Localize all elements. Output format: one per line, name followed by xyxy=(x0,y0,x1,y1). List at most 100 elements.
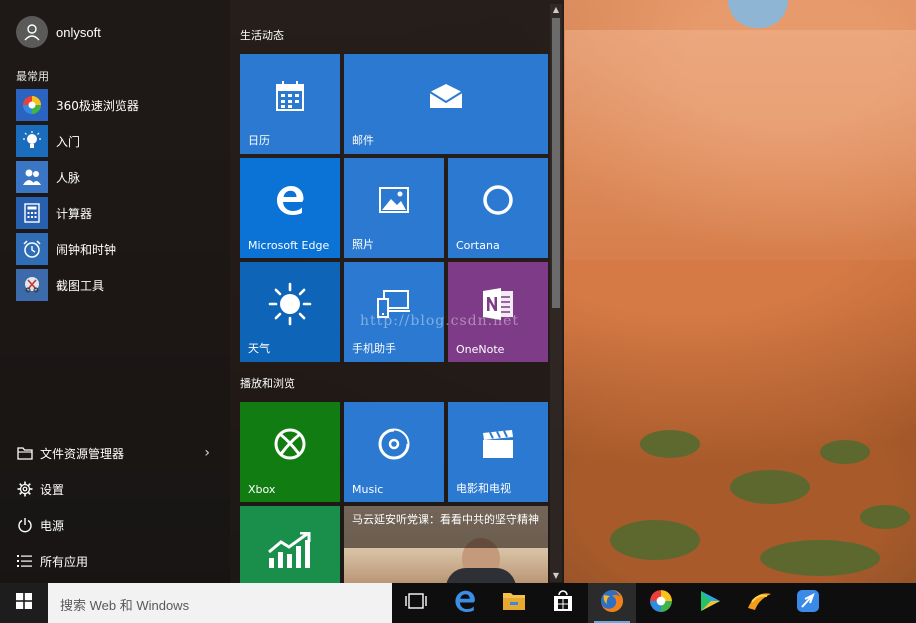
wallpaper-cliff xyxy=(565,30,916,260)
tile-edge[interactable]: Microsoft Edge xyxy=(240,158,340,258)
money-chart-icon xyxy=(267,531,313,572)
360-browser-icon xyxy=(649,589,673,617)
scrollbar-thumb[interactable] xyxy=(552,18,560,308)
tile-label: 照片 xyxy=(352,238,374,251)
most-used-item-360-browser[interactable]: 360极速浏览器 xyxy=(16,89,139,121)
taskbar-360-browser[interactable] xyxy=(637,583,685,623)
most-used-item-label: 360极速浏览器 xyxy=(56,98,139,113)
tile-label: OneNote xyxy=(456,343,505,356)
tile-label: Music xyxy=(352,483,384,496)
tile-label: Cortana xyxy=(456,239,500,252)
edge-icon xyxy=(275,185,305,219)
most-used-item-label: 人脉 xyxy=(56,170,81,185)
tile-movies-tv[interactable]: 电影和电视 xyxy=(448,402,548,502)
taskbar-store[interactable] xyxy=(539,583,587,623)
watermark-text: http://blog.csdn.net xyxy=(360,313,520,329)
photos-icon xyxy=(379,187,409,217)
tile-photos[interactable]: 照片 xyxy=(344,158,444,258)
all-apps-label: 所有应用 xyxy=(40,554,89,569)
wallpaper-bush xyxy=(610,520,700,560)
settings-link[interactable]: 设置 xyxy=(16,477,216,501)
weather-sun-icon xyxy=(268,282,312,330)
most-used-label: 最常用 xyxy=(16,70,49,83)
tile-calendar[interactable]: 日历 xyxy=(240,54,340,154)
wallpaper-bush xyxy=(860,505,910,529)
video-player-icon xyxy=(698,589,722,617)
settings-label: 设置 xyxy=(40,482,65,497)
tile-onenote[interactable]: OneNote xyxy=(448,262,548,362)
taskbar-video-player[interactable] xyxy=(686,583,734,623)
most-used-item-label: 入门 xyxy=(56,134,81,149)
start-menu: onlysoft 最常用 360极速浏览器 入门 人脉 计算器 闹钟和时钟 截图… xyxy=(0,0,564,583)
tile-label: Xbox xyxy=(248,483,276,496)
power-icon xyxy=(16,516,34,534)
taskbar-firefox[interactable] xyxy=(588,583,636,623)
firefox-icon xyxy=(600,589,624,617)
power-label: 电源 xyxy=(40,518,65,533)
most-used-item-label: 闹钟和时钟 xyxy=(56,242,117,257)
people-icon xyxy=(16,161,48,193)
wallpaper-bush xyxy=(820,440,870,464)
tile-weather[interactable]: 天气 xyxy=(240,262,340,362)
wallpaper-bush xyxy=(760,540,880,576)
most-used-item-label: 计算器 xyxy=(56,206,93,221)
tile-label: 天气 xyxy=(248,342,270,355)
wallpaper-sky xyxy=(728,0,788,28)
file-explorer-link[interactable]: 文件资源管理器 › xyxy=(16,441,216,465)
music-icon xyxy=(377,427,411,465)
feather-app-icon xyxy=(796,589,820,617)
group-label-life: 生活动态 xyxy=(240,29,284,42)
tile-phone-companion[interactable]: 手机助手 xyxy=(344,262,444,362)
user-account[interactable]: onlysoft xyxy=(16,16,101,48)
most-used-item-alarms-clock[interactable]: 闹钟和时钟 xyxy=(16,233,116,265)
power-link[interactable]: 电源 xyxy=(16,513,216,537)
scroll-up-arrow-icon[interactable]: ▲ xyxy=(550,4,562,16)
edge-icon xyxy=(454,590,476,616)
scroll-down-arrow-icon[interactable]: ▼ xyxy=(550,570,562,582)
all-apps-link[interactable]: 所有应用 xyxy=(16,549,216,573)
search-placeholder: 搜索 Web 和 Windows xyxy=(60,598,190,613)
tile-money[interactable] xyxy=(240,506,340,583)
game-app-icon xyxy=(746,590,772,616)
chevron-right-icon[interactable]: › xyxy=(204,445,210,461)
most-used-item-people[interactable]: 人脉 xyxy=(16,161,80,193)
mail-icon xyxy=(429,83,463,113)
user-name: onlysoft xyxy=(56,24,101,40)
wallpaper-bush xyxy=(640,430,700,458)
snipping-tool-icon xyxy=(16,269,48,301)
start-button[interactable] xyxy=(0,583,48,623)
tile-mail[interactable]: 邮件 xyxy=(344,54,548,154)
taskbar-game-app[interactable] xyxy=(735,583,783,623)
windows-logo-icon xyxy=(16,593,32,613)
taskbar-search-box[interactable]: 搜索 Web 和 Windows xyxy=(48,583,392,623)
browser-icon xyxy=(16,89,48,121)
most-used-item-calculator[interactable]: 计算器 xyxy=(16,197,92,229)
tile-label: 电影和电视 xyxy=(456,482,511,495)
tile-label: 手机助手 xyxy=(352,342,396,355)
file-explorer-label: 文件资源管理器 xyxy=(40,446,125,461)
cortana-icon xyxy=(481,183,515,221)
most-used-item-get-started[interactable]: 入门 xyxy=(16,125,80,157)
movies-tv-icon xyxy=(482,429,514,463)
tile-cortana[interactable]: Cortana xyxy=(448,158,548,258)
store-icon xyxy=(552,590,574,616)
tile-xbox[interactable]: Xbox xyxy=(240,402,340,502)
task-view-icon xyxy=(405,593,427,613)
user-avatar-icon xyxy=(16,16,48,48)
tile-music[interactable]: Music xyxy=(344,402,444,502)
tile-news[interactable]: 马云延安听党课：看看中共的坚守精神 xyxy=(344,506,548,583)
taskbar-edge[interactable] xyxy=(441,583,489,623)
tiles-scrollbar[interactable]: ▲ ▼ xyxy=(550,4,562,582)
taskbar-task-view[interactable] xyxy=(392,583,440,623)
taskbar-file-explorer[interactable] xyxy=(490,583,538,623)
alarm-clock-icon xyxy=(16,233,48,265)
wallpaper-bush xyxy=(730,470,810,504)
most-used-item-snipping-tool[interactable]: 截图工具 xyxy=(16,269,104,301)
calendar-icon xyxy=(276,81,304,115)
tile-label: 邮件 xyxy=(352,134,374,147)
lightbulb-icon xyxy=(16,125,48,157)
group-label-play: 播放和浏览 xyxy=(240,377,295,390)
taskbar-feather-app[interactable] xyxy=(784,583,832,623)
news-person-body xyxy=(446,568,516,583)
tile-label: 日历 xyxy=(248,134,270,147)
